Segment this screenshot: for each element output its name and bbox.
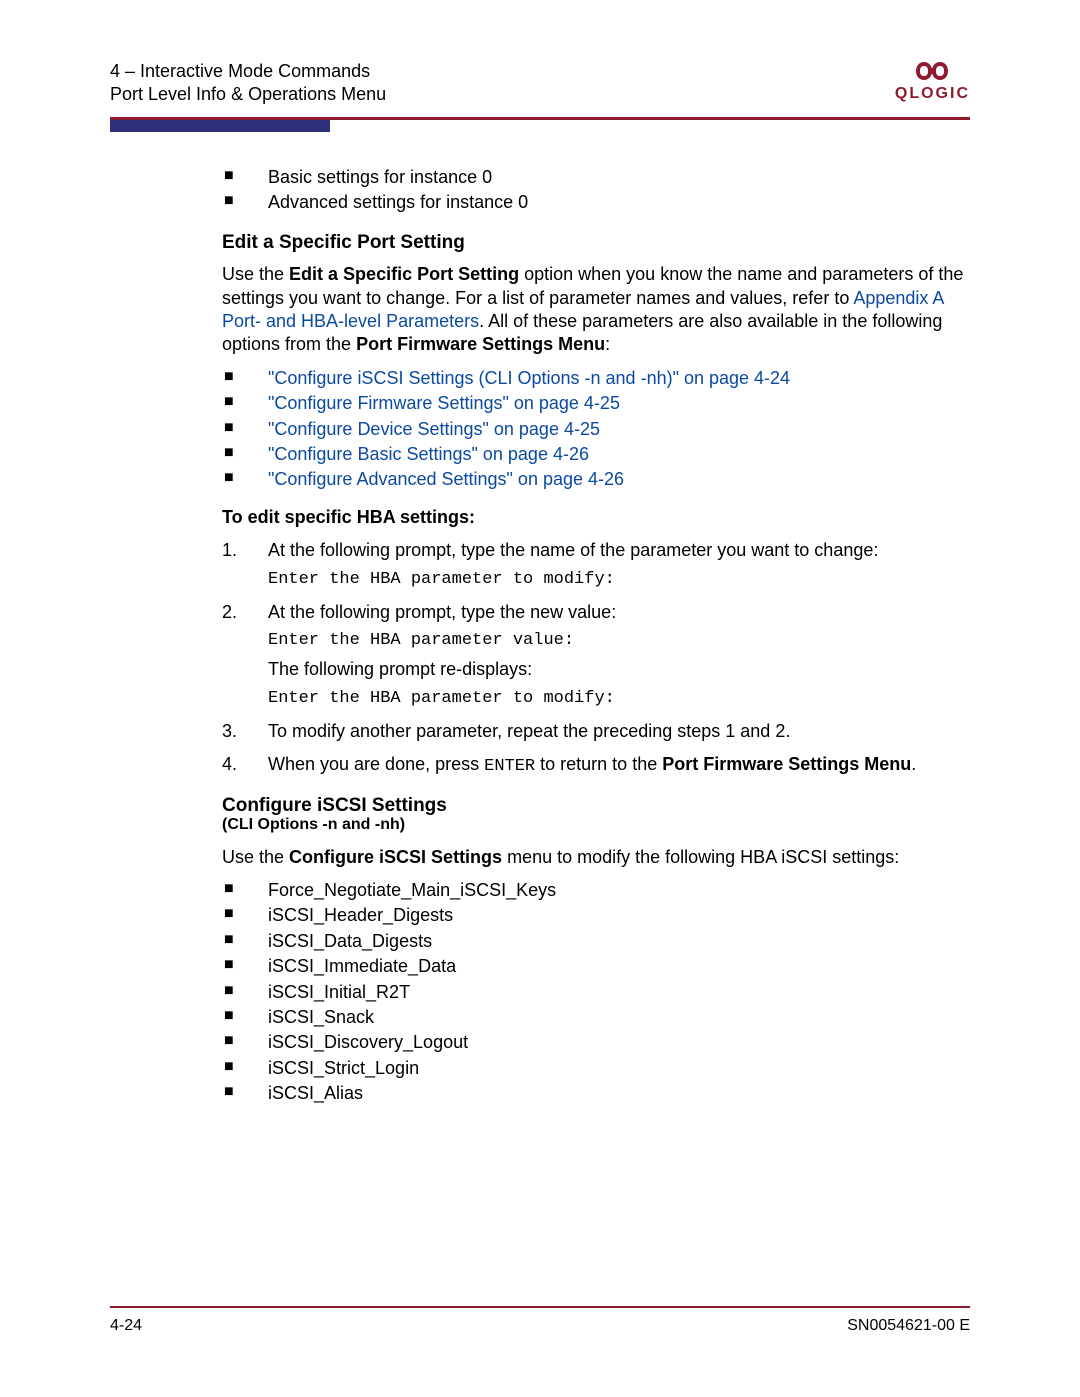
list-item: iSCSI_Strict_Login	[222, 1057, 970, 1080]
page-number: 4-24	[110, 1316, 142, 1337]
list-item-text: Advanced settings for instance 0	[268, 192, 528, 212]
page-header: 4 – Interactive Mode Commands Port Level…	[110, 60, 970, 107]
logo-text: QLOGIC	[895, 85, 970, 102]
step-number: 4.	[222, 753, 237, 776]
text-bold: Edit a Specific Port Setting	[289, 264, 519, 284]
main-content: Basic settings for instance 0 Advanced s…	[222, 132, 970, 1106]
list-item: Basic settings for instance 0	[222, 166, 970, 189]
page-footer: 4-24 SN0054621-00 E	[110, 1306, 970, 1337]
list-item: iSCSI_Header_Digests	[222, 904, 970, 927]
text-bold: Port Firmware Settings Menu	[356, 334, 605, 354]
step-text: At the following prompt, type the name o…	[268, 539, 970, 562]
list-item: "Configure Advanced Settings" on page 4-…	[222, 468, 970, 491]
list-item: Advanced settings for instance 0	[222, 191, 970, 214]
step-item: 2. At the following prompt, type the new…	[222, 601, 970, 710]
header-rule	[110, 117, 970, 132]
header-left: 4 – Interactive Mode Commands Port Level…	[110, 60, 386, 107]
intro-bullet-list: Basic settings for instance 0 Advanced s…	[222, 166, 970, 215]
step-item: 3. To modify another parameter, repeat t…	[222, 720, 970, 743]
crossref-link[interactable]: "Configure Firmware Settings" on page 4-…	[268, 393, 620, 413]
qlogic-logo: QLOGIC	[895, 60, 970, 105]
list-item: iSCSI_Snack	[222, 1006, 970, 1029]
step-item: 1. At the following prompt, type the nam…	[222, 539, 970, 590]
crossref-bullet-list: "Configure iSCSI Settings (CLI Options -…	[222, 367, 970, 492]
key-enter: ENTER	[484, 757, 535, 776]
step-text: When you are done, press ENTER to return…	[268, 753, 970, 778]
crossref-link[interactable]: "Configure Basic Settings" on page 4-26	[268, 444, 589, 464]
crossref-link[interactable]: "Configure iSCSI Settings (CLI Options -…	[268, 368, 790, 388]
list-item-text: Basic settings for instance 0	[268, 167, 492, 187]
section-heading-edit-port: Edit a Specific Port Setting	[222, 231, 970, 256]
list-item-text: iSCSI_Strict_Login	[268, 1058, 419, 1078]
list-item-text: iSCSI_Snack	[268, 1007, 374, 1027]
text: to return to the	[535, 754, 662, 774]
section2-paragraph: Use the Configure iSCSI Settings menu to…	[222, 846, 970, 869]
list-item: Force_Negotiate_Main_iSCSI_Keys	[222, 879, 970, 902]
list-item: iSCSI_Alias	[222, 1082, 970, 1105]
text: Use the	[222, 264, 289, 284]
text: When you are done, press	[268, 754, 484, 774]
list-item: iSCSI_Discovery_Logout	[222, 1031, 970, 1054]
instruction-heading: To edit specific HBA settings:	[222, 506, 970, 529]
list-item-text: iSCSI_Header_Digests	[268, 905, 453, 925]
list-item-text: iSCSI_Discovery_Logout	[268, 1032, 468, 1052]
step-item: 4. When you are done, press ENTER to ret…	[222, 753, 970, 778]
list-item-text: iSCSI_Data_Digests	[268, 931, 432, 951]
section1-paragraph: Use the Edit a Specific Port Setting opt…	[222, 263, 970, 357]
text-bold: Port Firmware Settings Menu	[662, 754, 911, 774]
text: menu to modify the following HBA iSCSI s…	[502, 847, 899, 867]
code-prompt: Enter the HBA parameter value:	[268, 630, 970, 652]
header-section-line: Port Level Info & Operations Menu	[110, 83, 386, 106]
code-prompt: Enter the HBA parameter to modify:	[268, 569, 970, 591]
list-item-text: iSCSI_Immediate_Data	[268, 956, 456, 976]
crossref-link[interactable]: "Configure Advanced Settings" on page 4-…	[268, 469, 624, 489]
list-item: "Configure Firmware Settings" on page 4-…	[222, 392, 970, 415]
list-item: "Configure iSCSI Settings (CLI Options -…	[222, 367, 970, 390]
iscsi-settings-list: Force_Negotiate_Main_iSCSI_Keys iSCSI_He…	[222, 879, 970, 1106]
list-item-text: iSCSI_Alias	[268, 1083, 363, 1103]
footer-rule	[110, 1306, 970, 1308]
step-text: At the following prompt, type the new va…	[268, 601, 970, 624]
list-item: "Configure Device Settings" on page 4-25	[222, 418, 970, 441]
steps-list: 1. At the following prompt, type the nam…	[222, 539, 970, 778]
text: :	[605, 334, 610, 354]
text-bold: Configure iSCSI Settings	[289, 847, 502, 867]
step-number: 1.	[222, 539, 237, 562]
text: .	[911, 754, 916, 774]
step-number: 3.	[222, 720, 237, 743]
step-text: The following prompt re-displays:	[268, 658, 970, 681]
list-item-text: Force_Negotiate_Main_iSCSI_Keys	[268, 880, 556, 900]
code-prompt: Enter the HBA parameter to modify:	[268, 688, 970, 710]
list-item: "Configure Basic Settings" on page 4-26	[222, 443, 970, 466]
list-item: iSCSI_Immediate_Data	[222, 955, 970, 978]
header-chapter-line: 4 – Interactive Mode Commands	[110, 60, 386, 83]
list-item-text: iSCSI_Initial_R2T	[268, 982, 410, 1002]
crossref-link[interactable]: "Configure Device Settings" on page 4-25	[268, 419, 600, 439]
list-item: iSCSI_Data_Digests	[222, 930, 970, 953]
doc-id: SN0054621-00 E	[847, 1316, 970, 1337]
qlogic-logo-icon	[912, 60, 952, 82]
step-text: To modify another parameter, repeat the …	[268, 720, 970, 743]
text: Use the	[222, 847, 289, 867]
step-number: 2.	[222, 601, 237, 624]
section-subheading: (CLI Options -n and -nh)	[222, 815, 970, 836]
list-item: iSCSI_Initial_R2T	[222, 981, 970, 1004]
